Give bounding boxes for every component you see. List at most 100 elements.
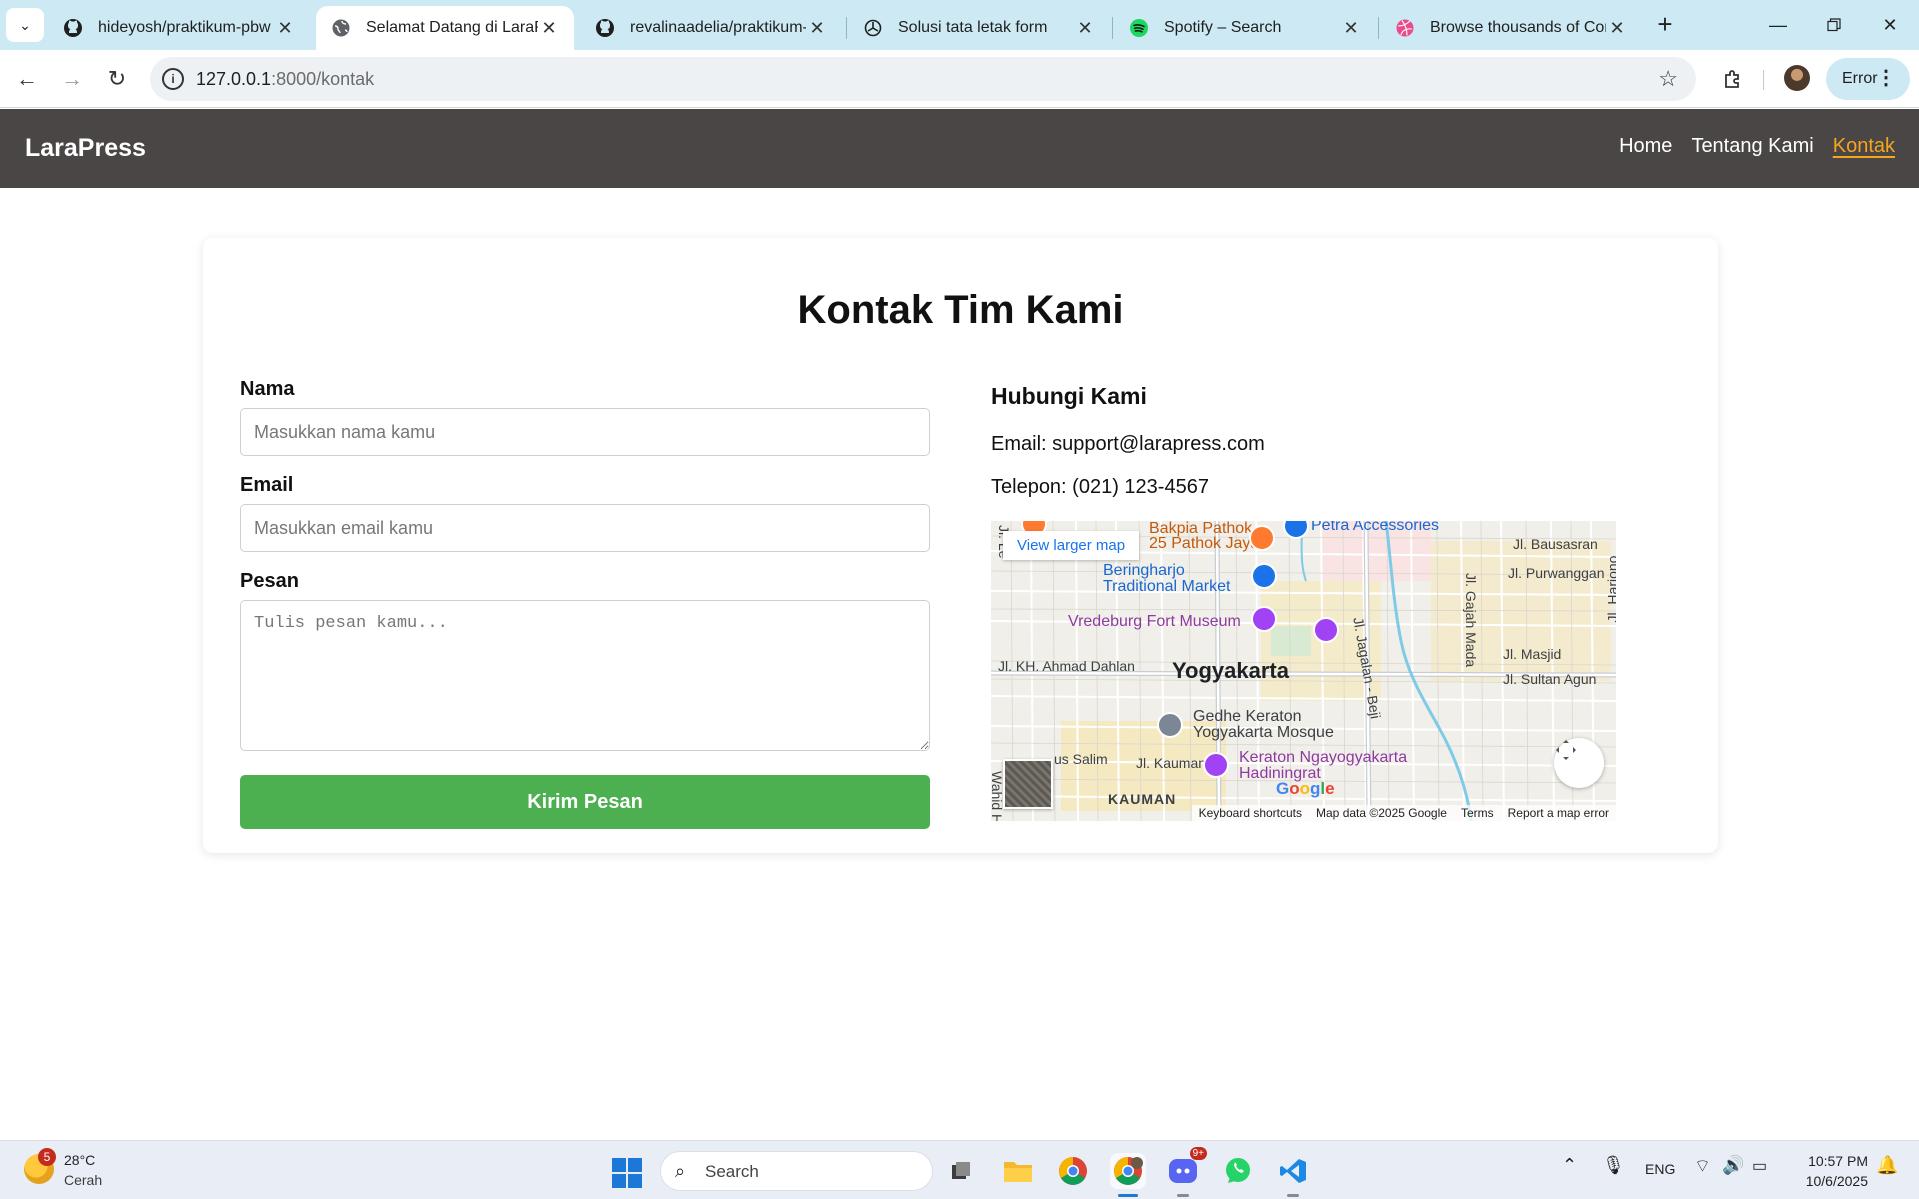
email-label: Email <box>240 474 294 496</box>
browser-tab-2-active[interactable]: Selamat Datang di LaraPress ✕ <box>316 6 574 50</box>
new-tab-button[interactable]: + <box>1650 10 1680 40</box>
map-street-ahmad-dahlan: Jl. KH. Ahmad Dahlan <box>998 658 1135 674</box>
close-icon[interactable]: ✕ <box>1340 18 1362 39</box>
map-pin-keraton[interactable] <box>1203 752 1229 778</box>
close-icon[interactable]: ✕ <box>1074 18 1096 39</box>
reload-icon: ↻ <box>107 66 127 91</box>
notification-bell-icon[interactable]: 🔔 <box>1876 1155 1898 1176</box>
taskbar-search-box[interactable]: ⌕ Search <box>660 1151 933 1191</box>
more-vert-icon[interactable]: ⋮ <box>1876 67 1896 89</box>
volume-icon[interactable]: 🔊 <box>1722 1155 1744 1176</box>
site-brand-logo[interactable]: LaraPress <box>25 134 146 163</box>
message-textarea[interactable] <box>240 600 930 751</box>
spotify-icon <box>1128 17 1150 39</box>
map-data-credit: Map data ©2025 Google <box>1316 806 1447 820</box>
extensions-button[interactable] <box>1716 62 1750 96</box>
clock-time: 10:57 PM <box>1808 1153 1868 1169</box>
nav-link-home[interactable]: Home <box>1619 135 1672 158</box>
language-indicator[interactable]: ENG <box>1645 1161 1675 1177</box>
tab-title: hideyosh/praktikum-pbw <box>98 19 271 36</box>
map-pin-mosque[interactable] <box>1157 712 1183 738</box>
google-logo-letter: o <box>1299 779 1311 798</box>
discord-icon[interactable]: 9+ <box>1165 1147 1207 1197</box>
profile-error-button[interactable]: Error ⋮ <box>1826 58 1910 100</box>
chrome-profile-icon[interactable] <box>1110 1153 1146 1197</box>
map-pin-museum[interactable] <box>1313 617 1339 643</box>
browser-tab-1[interactable]: hideyosh/praktikum-pbw ✕ <box>48 6 310 50</box>
weather-temperature[interactable]: 28°C <box>64 1152 95 1168</box>
view-larger-map-link[interactable]: View larger map <box>1003 531 1140 560</box>
google-map-embed[interactable]: Bakpia Pathok 25 Pathok Jaya Petra Acces… <box>991 521 1616 821</box>
map-street-purwanggan: Jl. Purwanggan <box>1508 565 1605 581</box>
email-field[interactable] <box>240 504 930 552</box>
arrow-right-icon: → <box>61 66 83 91</box>
name-label: Nama <box>240 378 295 400</box>
chrome-icon[interactable] <box>1055 1153 1091 1189</box>
report-map-error-link[interactable]: Report a map error <box>1508 805 1609 821</box>
profile-avatar[interactable] <box>1784 65 1810 91</box>
tab-title: revalinaadelia/praktikum-la <box>630 19 806 36</box>
tab-search-button[interactable]: ⌄ <box>6 8 44 42</box>
map-fullscreen-button[interactable] <box>1554 738 1604 788</box>
toolbar-divider <box>1763 70 1764 90</box>
map-label-gedhe-2[interactable]: Yogyakarta Mosque <box>1193 724 1334 742</box>
map-pin-vredeburg[interactable] <box>1251 606 1277 632</box>
file-explorer-icon[interactable] <box>1000 1153 1036 1189</box>
url-text[interactable]: 127.0.0.1:8000/kontak <box>196 69 374 90</box>
back-button[interactable]: ← <box>10 62 44 96</box>
map-label-city: Yogyakarta <box>1172 658 1289 683</box>
map-street-agus-salim: us Salim <box>1054 751 1108 767</box>
terms-link[interactable]: Terms <box>1461 805 1494 821</box>
browser-tab-strip: ⌄ hideyosh/praktikum-pbw ✕ Selamat Datan… <box>0 0 1919 50</box>
windows-logo-pane <box>628 1174 642 1188</box>
chevron-up-icon[interactable]: ⌃ <box>1562 1155 1577 1176</box>
map-attribution-bar: Keyboard shortcuts Map data ©2025 Google… <box>1191 805 1616 821</box>
contact-email: Email: support@larapress.com <box>991 433 1265 455</box>
windows-logo-pane <box>612 1158 626 1172</box>
vscode-icon[interactable] <box>1275 1153 1311 1197</box>
keyboard-shortcuts-link[interactable]: Keyboard shortcuts <box>1199 805 1302 821</box>
contact-phone: Telepon: (021) 123-4567 <box>991 476 1209 498</box>
site-nav-links: Home Tentang Kami Kontak <box>1600 135 1895 158</box>
chevron-down-icon: ⌄ <box>19 16 31 33</box>
whatsapp-icon[interactable] <box>1220 1153 1256 1189</box>
name-field[interactable] <box>240 408 930 456</box>
restore-button[interactable] <box>1814 8 1854 42</box>
nav-link-tentang-kami[interactable]: Tentang Kami <box>1691 135 1813 158</box>
satellite-layer-toggle[interactable] <box>1003 759 1053 809</box>
browser-tab-6[interactable]: Browse thousands of Cont ✕ <box>1380 6 1642 50</box>
map-pin-beringharjo[interactable] <box>1251 563 1277 589</box>
browser-tab-3[interactable]: revalinaadelia/praktikum-la ✕ <box>580 6 842 50</box>
close-window-button[interactable]: ✕ <box>1870 8 1910 42</box>
close-icon[interactable]: ✕ <box>806 18 828 39</box>
map-label-petra[interactable]: Petra Accessories <box>1311 521 1439 535</box>
task-view-icon[interactable] <box>943 1153 979 1189</box>
site-info-icon[interactable]: i <box>162 68 184 90</box>
wifi-icon[interactable]: ⌔ <box>1694 1155 1711 1178</box>
system-clock[interactable]: 10:57 PM 10/6/2025 <box>1790 1151 1868 1191</box>
close-icon[interactable]: ✕ <box>1606 18 1628 39</box>
browser-tab-5[interactable]: Spotify – Search ✕ <box>1114 6 1376 50</box>
tab-divider <box>1112 17 1113 39</box>
weather-condition[interactable]: Cerah <box>64 1172 102 1188</box>
windows-start-icon[interactable] <box>612 1158 642 1188</box>
microphone-icon[interactable]: 🎙 <box>1602 1155 1625 1176</box>
address-bar[interactable]: i 127.0.0.1:8000/kontak ☆ <box>150 57 1696 101</box>
map-label-vredeburg[interactable]: Vredeburg Fort Museum <box>1068 613 1241 631</box>
reload-button[interactable]: ↻ <box>100 62 134 96</box>
google-logo-letter: e <box>1325 779 1335 798</box>
submit-button[interactable]: Kirim Pesan <box>240 775 930 829</box>
close-icon[interactable]: ✕ <box>538 18 560 39</box>
minimize-button[interactable]: — <box>1758 8 1798 42</box>
map-pin-bakpia[interactable] <box>1249 525 1275 551</box>
close-icon[interactable]: ✕ <box>274 18 296 39</box>
openai-icon <box>862 17 884 39</box>
bookmark-star-icon[interactable]: ☆ <box>1658 66 1678 92</box>
battery-icon[interactable]: ▭ <box>1752 1156 1767 1176</box>
map-label-beringharjo-2[interactable]: Traditional Market <box>1103 578 1230 596</box>
globe-icon <box>330 17 352 39</box>
forward-button[interactable]: → <box>55 62 89 96</box>
nav-link-kontak[interactable]: Kontak <box>1833 135 1895 158</box>
browser-tab-4[interactable]: Solusi tata letak form ✕ <box>848 6 1110 50</box>
map-label-pathok-jaya[interactable]: 25 Pathok Jaya <box>1149 535 1259 553</box>
